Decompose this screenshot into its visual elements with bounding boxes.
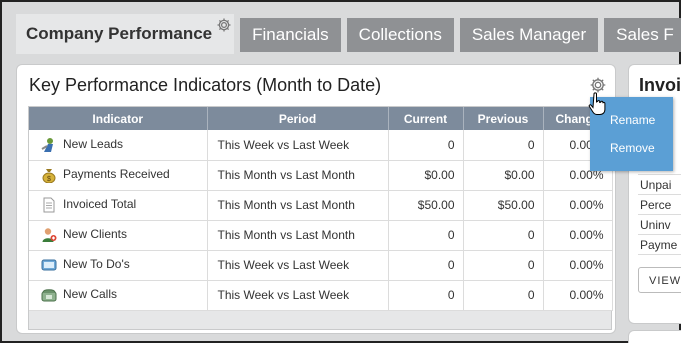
hand-cursor-icon — [588, 92, 606, 115]
tab-label: Sales F — [616, 25, 674, 44]
tab-company-performance[interactable]: Company Performance — [16, 14, 235, 54]
indicator-label: Invoiced Total — [63, 197, 137, 212]
indicator-cell: $ Payments Received — [29, 160, 208, 191]
change-cell: 0.00% — [543, 220, 613, 251]
table-row: New Leads This Week vs Last Week 0 0 0.0… — [29, 130, 613, 161]
previous-cell: 0 — [463, 130, 544, 161]
tab-collections[interactable]: Collections — [346, 18, 454, 52]
table-header-row: Indicator Period Current Previous Change — [29, 107, 613, 130]
leads-icon — [41, 137, 53, 152]
change-cell: 0.00% — [543, 280, 613, 311]
tab-sales-manager[interactable]: Sales Manager — [459, 18, 599, 52]
period-cell: This Month vs Last Month — [207, 160, 389, 191]
current-cell: 0 — [388, 280, 464, 311]
current-cell: 0 — [388, 220, 464, 251]
panel-title: Key Performance Indicators (Month to Dat… — [29, 75, 382, 95]
kpi-table: Indicator Period Current Previous Change… — [29, 107, 613, 311]
period-cell: This Week vs Last Week — [207, 250, 389, 281]
period-cell: This Month vs Last Month — [207, 190, 389, 221]
list-item: Uninv — [638, 215, 681, 235]
column-header[interactable]: Current — [388, 107, 464, 130]
table-row: New Calls This Week vs Last Week 0 0 0.0… — [29, 280, 613, 311]
table-row: New To Do's This Week vs Last Week 0 0 0… — [29, 250, 613, 281]
dashboard-tabs: Company Performance Financials Collectio… — [16, 14, 681, 54]
tab-sales-f[interactable]: Sales F — [604, 18, 681, 52]
tab-financials[interactable]: Financials — [240, 18, 341, 52]
change-cell: 0.00% — [543, 250, 613, 281]
list-item: Payme — [638, 235, 681, 255]
table-row: Invoiced Total This Month vs Last Month … — [29, 190, 613, 221]
previous-cell: $50.00 — [463, 190, 544, 221]
indicator-cell: New Calls — [29, 280, 208, 311]
tab-label: Collections — [358, 25, 442, 44]
indicator-label: Payments Received — [63, 167, 170, 182]
kpi-panel: Key Performance Indicators (Month to Dat… — [16, 64, 616, 334]
column-header[interactable]: Period — [207, 107, 389, 130]
list-item: Perce — [638, 195, 681, 215]
period-cell: This Week vs Last Week — [207, 280, 389, 311]
table-row: $ Payments Received This Month vs Last Mo… — [29, 160, 613, 191]
client-icon — [42, 228, 57, 242]
change-cell: 0.00% — [543, 190, 613, 221]
indicator-label: New Calls — [63, 287, 118, 302]
current-cell: $50.00 — [388, 190, 464, 221]
tab-label: Financials — [252, 25, 329, 44]
money-bag-icon: $ — [42, 169, 56, 183]
indicator-label: New To Do's — [63, 257, 130, 272]
todo-icon — [41, 259, 57, 271]
bottom-panel — [628, 330, 681, 343]
tab-label: Sales Manager — [471, 25, 587, 44]
kpi-table-container: Indicator Period Current Previous Change… — [28, 106, 613, 330]
period-cell: This Month vs Last Month — [207, 220, 389, 251]
panel-title: Invoi — [639, 75, 681, 95]
indicator-cell: Invoiced Total — [29, 190, 208, 221]
current-cell: 0 — [388, 130, 464, 161]
table-row: New Clients This Month vs Last Month 0 0… — [29, 220, 613, 251]
period-cell: This Week vs Last Week — [207, 130, 389, 161]
gear-icon[interactable] — [216, 17, 232, 33]
view-button[interactable]: VIEW — [638, 267, 681, 293]
previous-cell: $0.00 — [463, 160, 544, 191]
previous-cell: 0 — [463, 280, 544, 311]
column-header[interactable]: Indicator — [29, 107, 208, 130]
indicator-label: New Leads — [63, 136, 124, 151]
phone-icon — [41, 289, 57, 302]
indicator-cell: New To Do's — [29, 250, 208, 281]
column-header[interactable]: Previous — [463, 107, 544, 130]
previous-cell: 0 — [463, 220, 544, 251]
menu-item-remove[interactable]: Remove — [590, 134, 673, 162]
current-cell: 0 — [388, 250, 464, 281]
previous-cell: 0 — [463, 250, 544, 281]
indicator-label: New Clients — [63, 227, 128, 242]
list-item: Unpai — [638, 175, 681, 195]
indicator-cell: New Leads — [29, 130, 208, 161]
current-cell: $0.00 — [388, 160, 464, 191]
tab-label: Company Performance — [26, 24, 213, 43]
svg-text:$: $ — [47, 176, 51, 183]
document-icon — [43, 197, 55, 213]
indicator-cell: New Clients — [29, 220, 208, 251]
